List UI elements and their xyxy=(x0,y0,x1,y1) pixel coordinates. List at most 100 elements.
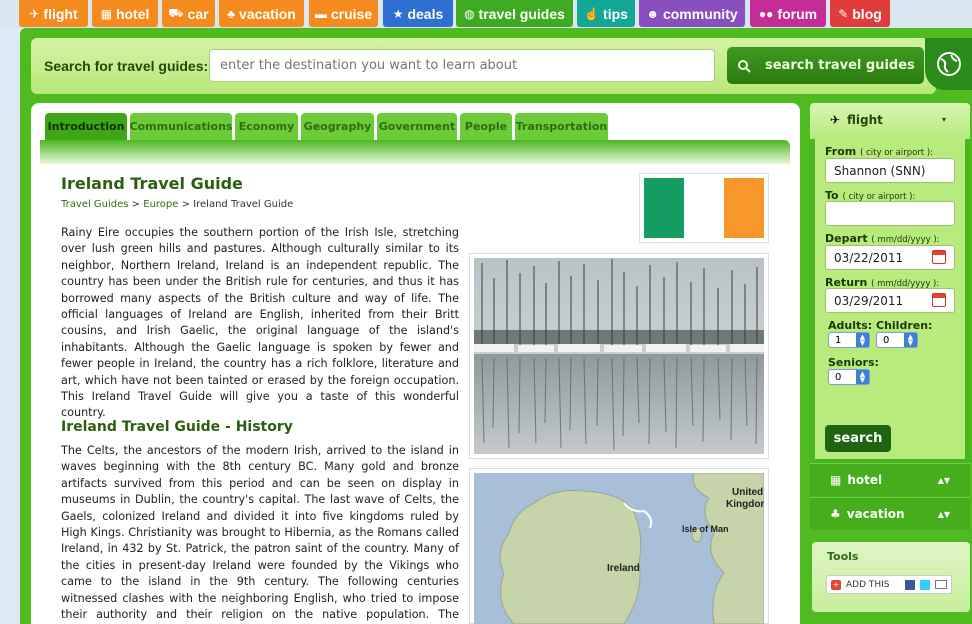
tab-transportation[interactable]: Transportation xyxy=(515,113,608,140)
pencil-icon: ✎ xyxy=(838,6,849,21)
search-button-label: search travel guides xyxy=(765,58,915,73)
addthis-label: ADD THIS xyxy=(846,579,890,590)
addthis-button[interactable]: + ADD THIS xyxy=(826,575,952,594)
tab-communications[interactable]: Communications xyxy=(130,113,232,140)
tab-economy[interactable]: Economy xyxy=(235,113,298,140)
nav-tab-label: community xyxy=(662,5,738,22)
nav-tab-hotel[interactable]: ▦ hotel xyxy=(92,0,158,27)
plane-icon: ✈ xyxy=(29,6,40,21)
nav-tab-label: travel guides xyxy=(478,5,565,22)
nav-tab-blog[interactable]: ✎ blog xyxy=(830,0,890,27)
hotel-section-header[interactable]: ▦ hotel ▲▼ xyxy=(810,463,970,496)
chevron-updown-icon: ▲▼ xyxy=(937,475,950,485)
map-label-isle-of-man: Isle of Man xyxy=(682,524,729,534)
twitter-icon xyxy=(919,579,930,590)
nav-tab-label: hotel xyxy=(115,5,150,22)
seniors-value: 0 xyxy=(835,371,842,383)
people-icon: ☻ xyxy=(646,6,659,21)
history-paragraph: The Celts, the ancestors of the modern I… xyxy=(61,444,459,622)
chat-icon: ●● xyxy=(758,6,774,21)
facebook-icon xyxy=(904,579,915,590)
breadcrumb-europe[interactable]: Europe xyxy=(143,199,178,210)
search-input[interactable] xyxy=(209,49,715,82)
nav-tab-travel-guides[interactable]: ◍ travel guides xyxy=(456,0,573,27)
nav-tab-flight[interactable]: ✈ flight xyxy=(19,0,88,27)
calendar-icon[interactable] xyxy=(932,293,946,307)
breadcrumb-separator: > xyxy=(181,199,190,210)
ireland-map[interactable]: United Kingdom Isle of Man Ireland xyxy=(474,473,764,624)
search-label: Search for travel guides: xyxy=(44,58,209,74)
globe-icon: ◍ xyxy=(464,6,475,21)
seniors-select[interactable]: 0 ▲ ▼ xyxy=(828,369,870,385)
nav-tab-label: forum xyxy=(777,5,818,22)
nav-tab-label: deals xyxy=(407,5,444,22)
palm-icon: ♣ xyxy=(227,6,236,21)
globe-icon xyxy=(925,38,972,90)
nav-tab-car[interactable]: ⛟ car xyxy=(162,0,215,27)
tab-geography[interactable]: Geography xyxy=(301,113,374,140)
search-travel-guides-button[interactable]: search travel guides xyxy=(727,47,924,84)
nav-tab-forum[interactable]: ●● forum xyxy=(750,0,826,27)
vacation-section-label: vacation xyxy=(846,507,905,521)
chevron-updown-icon: ▲▼ xyxy=(937,509,950,519)
breadcrumb: Travel Guides > Europe > Ireland Travel … xyxy=(61,199,293,210)
from-field[interactable]: Shannon (SNN) xyxy=(825,158,955,183)
flight-search-button[interactable]: search xyxy=(825,425,891,452)
hotel-icon: ▦ xyxy=(830,473,842,487)
search-icon xyxy=(738,59,751,73)
nav-tab-deals[interactable]: ★ deals xyxy=(383,0,453,27)
vacation-section-header[interactable]: ♣ vacation ▲▼ xyxy=(810,497,970,530)
breadcrumb-separator: > xyxy=(131,199,141,210)
depart-label: Depart ( mm/dd/yyyy ): xyxy=(825,232,940,245)
tab-strip xyxy=(40,140,790,164)
flight-section-label: flight xyxy=(847,113,883,127)
nav-tab-label: car xyxy=(187,5,209,22)
nav-tab-tips[interactable]: ☝ tips xyxy=(577,0,635,27)
updown-arrow-icon: ▲ ▼ xyxy=(856,333,869,347)
chevron-updown-icon: ▾ xyxy=(942,115,947,124)
palm-icon: ♣ xyxy=(830,507,841,521)
nav-tab-cruise[interactable]: ▬ cruise xyxy=(309,0,378,27)
nav-tab-label: cruise xyxy=(330,5,373,22)
hotel-section-label: hotel xyxy=(847,473,883,487)
map-label-kingdom: Kingdom xyxy=(726,499,764,510)
top-navigation: ✈ flight ▦ hotel ⛟ car ♣ vacation ▬ cruise ★ d… xyxy=(0,0,972,28)
email-icon xyxy=(934,580,947,589)
ship-icon: ▬ xyxy=(314,6,327,21)
tab-introduction[interactable]: Introduction xyxy=(45,113,127,140)
children-label: Children: xyxy=(876,319,933,332)
map-label-united: United xyxy=(732,487,763,498)
tab-government[interactable]: Government xyxy=(377,113,457,140)
plane-icon: ✈ xyxy=(830,113,841,127)
seniors-label: Seniors: xyxy=(828,356,879,369)
to-field[interactable] xyxy=(825,201,955,226)
tab-people[interactable]: People xyxy=(460,113,512,140)
adults-label: Adults: xyxy=(828,319,873,332)
plus-icon: + xyxy=(831,579,841,590)
nav-tab-label: vacation xyxy=(239,5,296,22)
tools-title: Tools xyxy=(827,550,859,563)
hotel-icon: ▦ xyxy=(100,6,112,21)
flight-section-header[interactable]: ✈ flight ▾ xyxy=(810,103,970,139)
adults-value: 1 xyxy=(835,334,842,346)
nav-tab-label: flight xyxy=(43,5,78,22)
nav-tab-community[interactable]: ☻ community xyxy=(639,0,745,27)
children-select[interactable]: 0 ▲ ▼ xyxy=(876,332,918,348)
car-icon: ⛟ xyxy=(168,5,184,20)
calendar-icon[interactable] xyxy=(932,250,946,264)
nav-tab-vacation[interactable]: ♣ vacation xyxy=(219,0,304,27)
map-label-ireland: Ireland xyxy=(607,563,640,574)
harbor-photo xyxy=(474,258,764,454)
updown-arrow-icon: ▲ ▼ xyxy=(856,370,869,384)
children-value: 0 xyxy=(883,334,890,346)
breadcrumb-current: Ireland Travel Guide xyxy=(193,199,294,210)
adults-select[interactable]: 1 ▲ ▼ xyxy=(828,332,870,348)
hand-icon: ☝ xyxy=(584,6,600,21)
history-heading: Ireland Travel Guide - History xyxy=(61,419,293,435)
nav-tab-label: tips xyxy=(603,5,628,22)
breadcrumb-travel-guides[interactable]: Travel Guides xyxy=(61,199,128,210)
star-icon: ★ xyxy=(392,6,404,21)
nav-tab-label: blog xyxy=(852,5,882,22)
intro-paragraph: Rainy Eire occupies the southern portion… xyxy=(61,226,459,420)
page-title: Ireland Travel Guide xyxy=(61,174,243,193)
